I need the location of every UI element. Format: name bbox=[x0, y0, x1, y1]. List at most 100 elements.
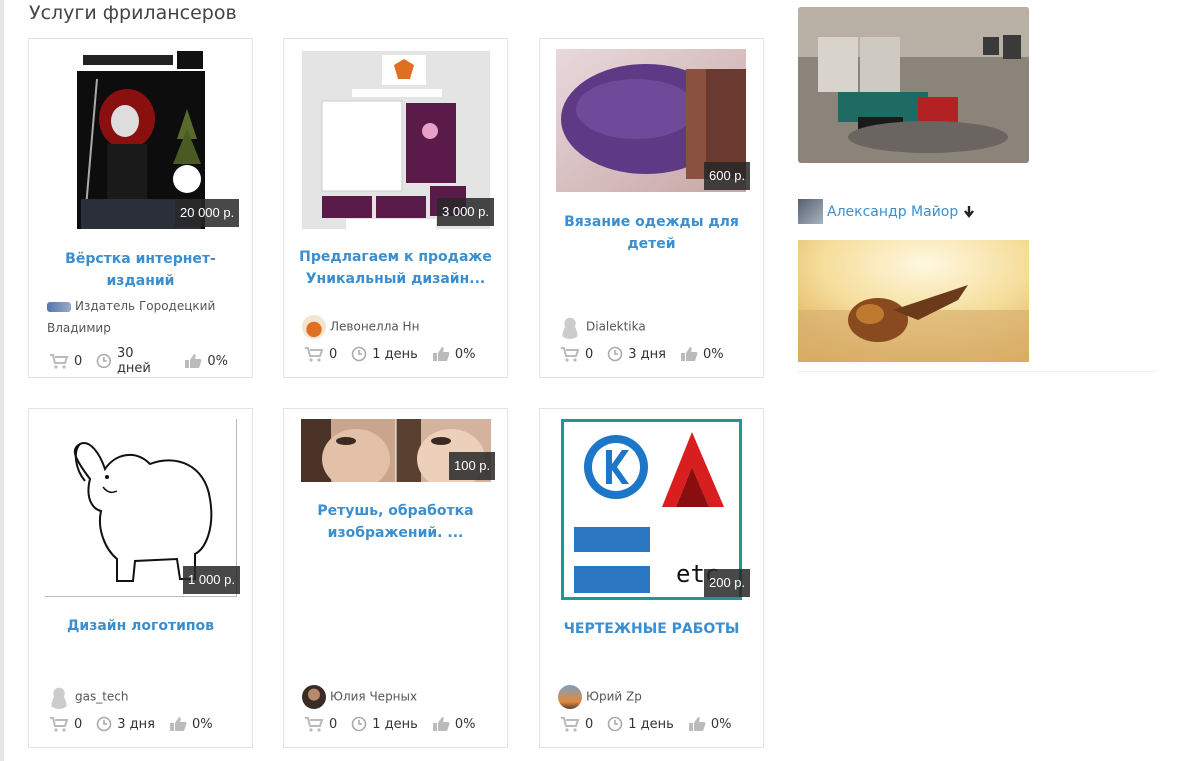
price-badge: 20 000 р. bbox=[175, 199, 240, 227]
interior-ad-image[interactable] bbox=[798, 7, 1029, 163]
cart-icon bbox=[305, 347, 324, 362]
card-stats: 0 1 день 0% bbox=[304, 716, 497, 732]
service-title-link[interactable]: ЧЕРТЕЖНЫЕ РАБОТЫ bbox=[548, 618, 755, 640]
avatar bbox=[558, 315, 582, 339]
cart-icon bbox=[305, 717, 324, 732]
clock-icon bbox=[96, 716, 112, 732]
author-name[interactable]: gas_tech bbox=[75, 690, 129, 704]
author-name[interactable]: Левонелла Нн bbox=[330, 320, 419, 334]
card-stats: 0 1 день 0% bbox=[560, 716, 753, 732]
service-title-link[interactable]: Вёрстка интернет-изданий bbox=[37, 248, 244, 292]
author[interactable]: Юлия Черных bbox=[302, 685, 501, 709]
orders-stat: 0 bbox=[304, 346, 337, 362]
rating-stat: 0% bbox=[688, 716, 732, 732]
avatar bbox=[558, 685, 582, 709]
term-stat: 1 день bbox=[607, 716, 674, 732]
service-title-link[interactable]: Вязание одежды для детей bbox=[548, 211, 755, 255]
avatar bbox=[798, 199, 823, 224]
rating-value: 0% bbox=[454, 716, 476, 732]
rating-value: 0% bbox=[710, 716, 732, 732]
clock-icon bbox=[96, 353, 112, 369]
price-badge: 100 р. bbox=[449, 452, 496, 480]
card-stats: 0 1 день 0% bbox=[304, 346, 497, 362]
price-badge: 200 р. bbox=[704, 569, 751, 597]
term-stat: 30 дней bbox=[96, 346, 170, 376]
avatar bbox=[302, 315, 326, 339]
service-card[interactable]: 600 р. Вязание одежды для детей Dialekti… bbox=[539, 38, 764, 378]
cart-icon bbox=[50, 354, 69, 369]
sidebar-divider bbox=[798, 371, 1156, 372]
clock-icon bbox=[351, 346, 367, 362]
thumbs-up-icon bbox=[185, 354, 202, 368]
author-name[interactable]: Юлия Черных bbox=[330, 690, 417, 704]
cart-icon bbox=[50, 717, 69, 732]
term-value: 3 дня bbox=[628, 346, 666, 362]
orders-count: 0 bbox=[74, 353, 83, 369]
term-stat: 3 дня bbox=[96, 716, 155, 732]
orders-stat: 0 bbox=[49, 716, 82, 732]
thumbs-up-icon bbox=[170, 717, 187, 731]
rating-value: 0% bbox=[207, 353, 228, 369]
service-card[interactable]: etc 200 р. ЧЕРТЕЖНЫЕ РАБОТЫ Юрий Zp 0 1 … bbox=[539, 408, 764, 748]
price-badge: 3 000 р. bbox=[437, 198, 494, 226]
term-value: 1 день bbox=[628, 716, 674, 732]
author[interactable]: Юрий Zp bbox=[558, 685, 757, 709]
rating-value: 0% bbox=[192, 716, 213, 732]
avatar bbox=[47, 685, 71, 709]
service-card[interactable]: 20 000 р. Вёрстка интернет-изданий Издат… bbox=[28, 38, 253, 378]
author-name[interactable]: Dialektika bbox=[586, 320, 646, 334]
rating-stat: 0% bbox=[432, 716, 476, 732]
orders-count: 0 bbox=[585, 716, 594, 732]
orders-stat: 0 bbox=[49, 353, 82, 369]
sidebar-author-name[interactable]: Александр Майор bbox=[827, 204, 958, 220]
rating-value: 0% bbox=[454, 346, 476, 362]
orders-stat: 0 bbox=[560, 716, 593, 732]
thumbs-up-icon bbox=[432, 717, 450, 731]
service-card[interactable]: 3 000 р. Предлагаем к продаже Уникальный… bbox=[283, 38, 508, 378]
service-title-link[interactable]: Ретушь, обработка изображений. ... bbox=[292, 500, 499, 544]
term-value: 1 день bbox=[372, 716, 418, 732]
avatar bbox=[47, 301, 71, 312]
price-badge: 600 р. bbox=[704, 162, 751, 190]
author-name[interactable]: Издатель Городецкий Владимир bbox=[47, 299, 215, 335]
sidebar-author[interactable]: Александр Майор bbox=[798, 199, 976, 224]
cart-icon bbox=[561, 717, 580, 732]
orders-stat: 0 bbox=[304, 716, 337, 732]
rating-stat: 0% bbox=[184, 353, 228, 369]
arrow-down-icon[interactable] bbox=[962, 205, 976, 219]
section-title: Услуги фрилансеров bbox=[29, 2, 237, 24]
orders-count: 0 bbox=[585, 346, 594, 362]
card-stats: 0 3 дня 0% bbox=[49, 716, 242, 732]
price-badge: 1 000 р. bbox=[183, 566, 240, 594]
left-border-strip bbox=[0, 0, 4, 761]
clock-icon bbox=[607, 716, 623, 732]
service-title-link[interactable]: Предлагаем к продаже Уникальный дизайн..… bbox=[292, 246, 499, 290]
orders-count: 0 bbox=[329, 346, 338, 362]
orders-stat: 0 bbox=[560, 346, 593, 362]
clock-icon bbox=[607, 346, 623, 362]
author[interactable]: Издатель Городецкий Владимир bbox=[47, 295, 246, 339]
rating-stat: 0% bbox=[432, 346, 476, 362]
term-value: 1 день bbox=[372, 346, 418, 362]
orders-count: 0 bbox=[329, 716, 338, 732]
term-stat: 1 день bbox=[351, 716, 418, 732]
artwork-ad-image[interactable] bbox=[798, 240, 1029, 362]
author[interactable]: Dialektika bbox=[558, 315, 757, 339]
rating-stat: 0% bbox=[680, 346, 724, 362]
service-title-link[interactable]: Дизайн логотипов bbox=[37, 615, 244, 637]
rating-stat: 0% bbox=[169, 716, 213, 732]
orders-count: 0 bbox=[74, 716, 83, 732]
term-stat: 1 день bbox=[351, 346, 418, 362]
thumbs-up-icon bbox=[681, 347, 698, 361]
term-value: 3 дня bbox=[117, 716, 155, 732]
author-name[interactable]: Юрий Zp bbox=[586, 690, 642, 704]
author[interactable]: Левонелла Нн bbox=[302, 315, 501, 339]
term-value: 30 дней bbox=[116, 346, 151, 376]
thumbs-up-icon bbox=[432, 347, 450, 361]
cart-icon bbox=[561, 347, 580, 362]
service-card[interactable]: 1 000 р. Дизайн логотипов gas_tech 0 3 д… bbox=[28, 408, 253, 748]
card-stats: 0 3 дня 0% bbox=[560, 346, 753, 362]
service-card[interactable]: 100 р. Ретушь, обработка изображений. ..… bbox=[283, 408, 508, 748]
author[interactable]: gas_tech bbox=[47, 685, 246, 709]
avatar bbox=[302, 685, 326, 709]
